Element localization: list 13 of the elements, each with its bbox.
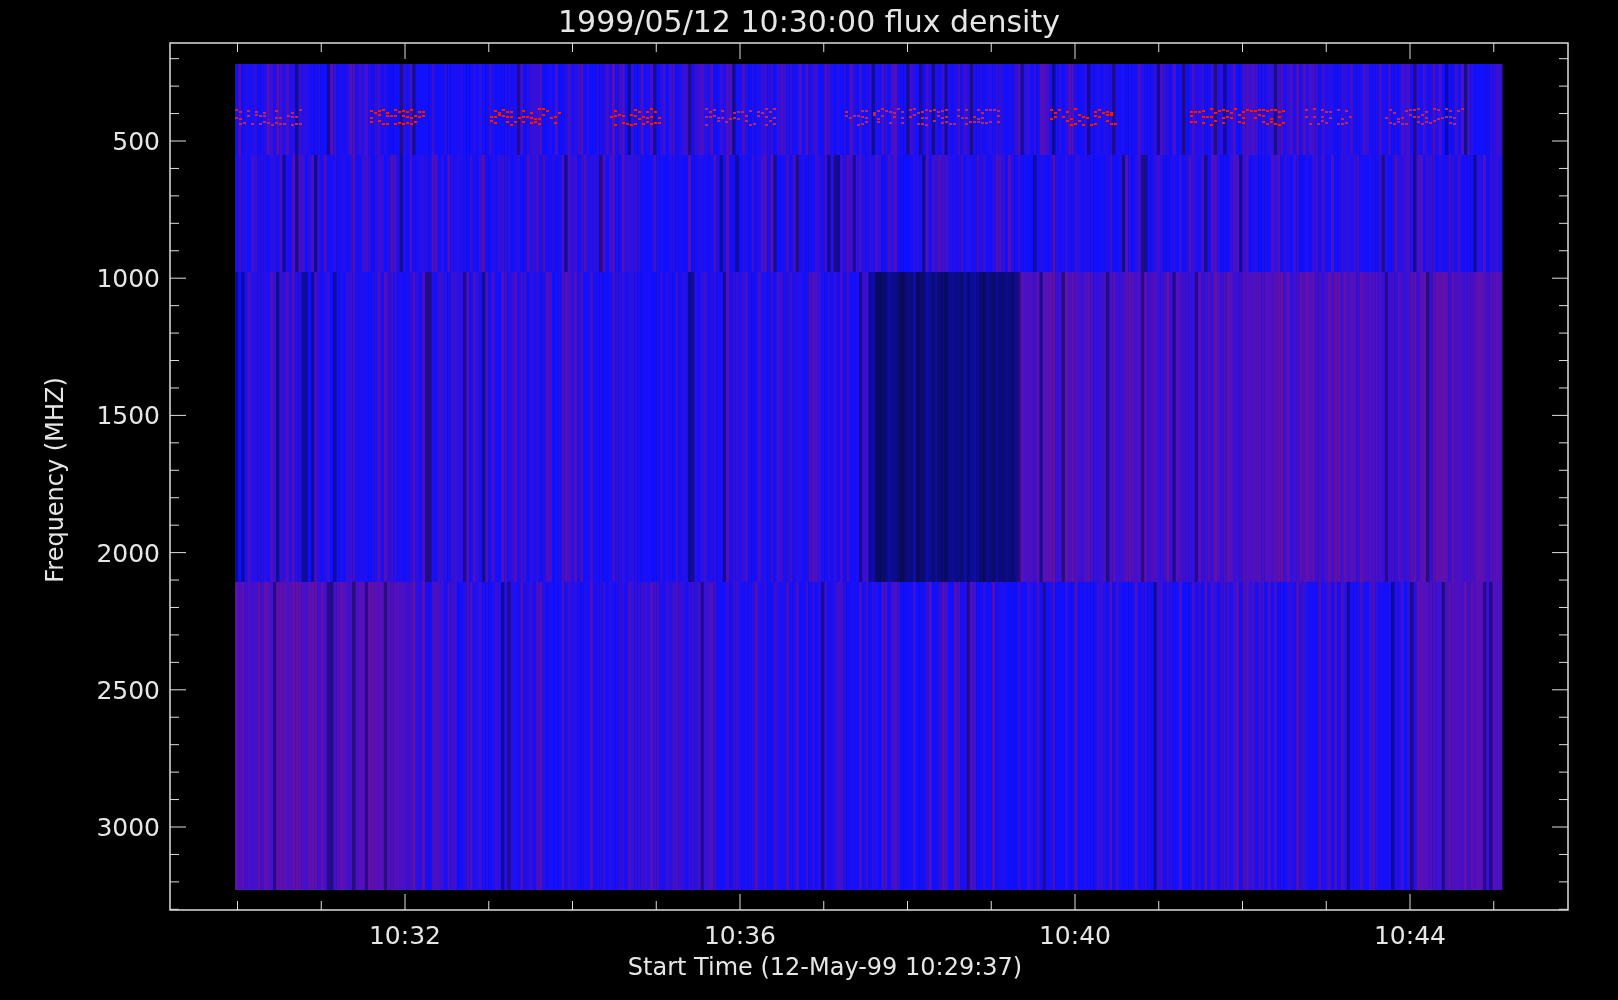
y-tick-label: 1000: [96, 264, 160, 294]
y-tick-label: 2000: [96, 538, 160, 568]
x-tick-label: 10:40: [1039, 921, 1111, 950]
y-tick-label: 3000: [96, 813, 160, 842]
y-tick-label: 500: [112, 127, 160, 156]
y-tick-label: 1500: [96, 401, 160, 431]
x-axis-label: Start Time (12-May-99 10:29:37): [627, 953, 1023, 981]
x-tick-label: 10:44: [1374, 921, 1446, 950]
y-axis-label: Frequency (MHZ): [41, 377, 69, 583]
y-tick-label: 2500: [96, 675, 160, 705]
x-tick-label: 10:36: [704, 921, 776, 950]
x-tick-label: 10:32: [369, 921, 441, 950]
plot-title: 1999/05/12 10:30:00 flux density: [558, 4, 1060, 39]
